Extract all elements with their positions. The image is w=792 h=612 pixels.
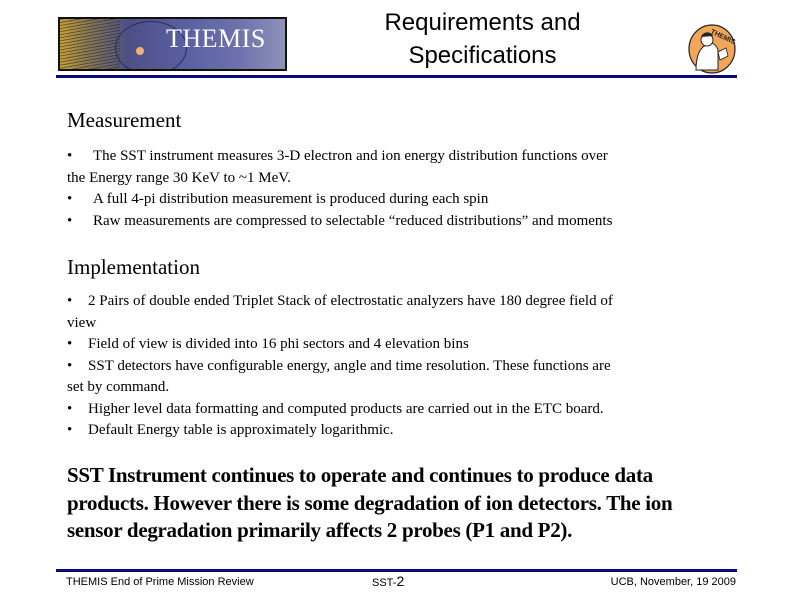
earth-icon xyxy=(136,47,144,55)
themis-badge-icon: THEMIS xyxy=(688,24,736,74)
bullet: • xyxy=(67,212,73,229)
list-item-text: 2 Pairs of double ended Triplet Stack of… xyxy=(88,293,613,309)
bullet: • xyxy=(67,148,73,164)
slide-title-line2: Specifications xyxy=(408,42,557,69)
bullet: • xyxy=(67,191,73,207)
list-item: • Raw measurements are compressed to sele… xyxy=(67,211,732,233)
bullet: • xyxy=(67,422,73,438)
footer-right: UCB, November, 19 2009 xyxy=(610,576,736,588)
list-item: • Higher level data formatting and comput… xyxy=(67,399,732,421)
list-item-text: Raw measurements are compressed to selec… xyxy=(93,212,613,229)
implementation-heading: Implementation xyxy=(67,255,200,279)
list-item-text: A full 4-pi distribution measurement is … xyxy=(93,191,489,207)
list-item: • Field of view is divided into 16 phi se… xyxy=(67,334,732,356)
list-item-text-cont: the Energy range 30 KeV to ~1 MeV. xyxy=(67,169,291,186)
list-item-text: SST detectors have configurable energy, … xyxy=(88,357,611,374)
list-item: • A full 4-pi distribution measurement is… xyxy=(67,189,732,211)
list-item: • Default Energy table is approximately l… xyxy=(67,420,732,442)
footer-left: THEMIS End of Prime Mission Review xyxy=(66,576,254,588)
list-item-text: Field of view is divided into 16 phi sec… xyxy=(88,336,469,352)
measurement-heading: Measurement xyxy=(67,108,182,132)
themis-logo: THEMIS xyxy=(58,17,287,71)
list-item: • SST detectors have configurable energy,… xyxy=(67,356,732,399)
summary-text: SST Instrument continues to operate and … xyxy=(67,462,737,545)
slide-title: Requirements and Specifications xyxy=(330,6,635,72)
footer-page-prefix: SST- xyxy=(372,577,397,589)
list-item-text-cont: set by command. xyxy=(67,379,170,395)
logo-text: THEMIS xyxy=(166,24,266,53)
footer-page-digit: 2 xyxy=(396,573,405,589)
list-item-text: Default Energy table is approximately lo… xyxy=(88,422,394,438)
summary-line2: products. However there is some degradat… xyxy=(67,490,673,515)
summary-line1: SST Instrument continues to operate and … xyxy=(67,463,653,487)
bullet: • xyxy=(67,400,73,417)
list-item-text: The SST instrument measures 3-D electron… xyxy=(93,148,608,164)
summary-line3: sensor degradation primarily affects 2 p… xyxy=(67,518,573,542)
field-lines-graphic xyxy=(60,19,120,69)
bullet: • xyxy=(67,357,73,374)
list-item: • The SST instrument measures 3-D electro… xyxy=(67,146,732,189)
footer-divider xyxy=(56,569,737,572)
header-divider xyxy=(56,75,737,78)
bullet: • xyxy=(67,336,73,352)
list-item-text: Higher level data formatting and compute… xyxy=(88,400,604,417)
footer-page-number: SST-2 xyxy=(372,573,404,589)
list-item-text-cont: view xyxy=(67,314,97,331)
bullet: • xyxy=(67,293,73,309)
measurement-list: • The SST instrument measures 3-D electro… xyxy=(67,146,732,232)
list-item: • 2 Pairs of double ended Triplet Stack o… xyxy=(67,291,732,334)
implementation-list: • 2 Pairs of double ended Triplet Stack o… xyxy=(67,291,732,442)
slide-title-line1: Requirements and xyxy=(384,9,581,36)
